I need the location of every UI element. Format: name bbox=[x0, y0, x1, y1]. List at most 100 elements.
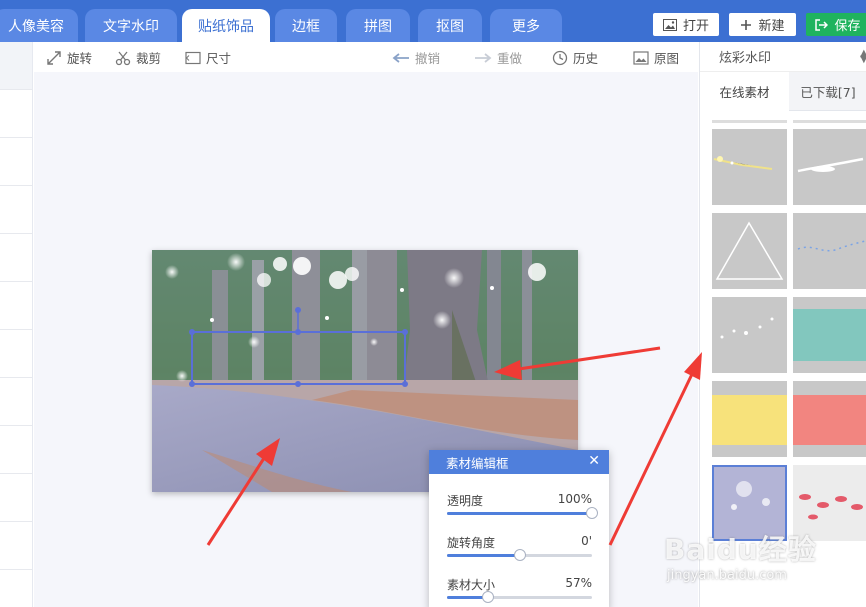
open-button[interactable]: 打开 bbox=[653, 13, 719, 36]
redo-arrow-icon bbox=[475, 52, 492, 63]
dotted-wave-preview bbox=[797, 240, 866, 252]
redo-button[interactable]: 重做 bbox=[474, 48, 522, 67]
thumbnail-yellow-band[interactable] bbox=[712, 381, 787, 457]
tab-portrait-beauty[interactable]: 人像美容 bbox=[0, 9, 78, 42]
material-panel: 炫彩水印 ▲ ▼ 在线素材 已下载[7] bbox=[699, 42, 866, 607]
tab-label: 在线素材 bbox=[719, 85, 770, 100]
tab-label: 文字水印 bbox=[103, 18, 159, 35]
rotate-icon bbox=[47, 50, 61, 65]
dialog-title: 素材编辑框 bbox=[446, 455, 509, 471]
thumbnail-snow-flakes[interactable] bbox=[712, 465, 787, 541]
list-item[interactable] bbox=[0, 426, 32, 474]
thumbnail-red-band[interactable] bbox=[793, 381, 866, 457]
size-slider: 素材大小 57% bbox=[447, 576, 592, 603]
tab-text-watermark[interactable]: 文字水印 bbox=[85, 9, 177, 42]
tab-label: 人像美容 bbox=[8, 18, 64, 35]
thumbnail-edge bbox=[712, 120, 787, 123]
list-item[interactable] bbox=[0, 42, 32, 90]
dialog-header: 素材编辑框 ✕ bbox=[429, 450, 609, 474]
tab-label: 贴纸饰品 bbox=[198, 18, 254, 35]
slider-fill bbox=[447, 512, 592, 515]
tab-more[interactable]: 更多 bbox=[490, 9, 562, 42]
slider-label: 素材大小 bbox=[447, 578, 496, 592]
slider-fill bbox=[447, 554, 520, 557]
category-label: 炫彩水印 bbox=[719, 51, 772, 66]
thumbnail-star-sparkles[interactable] bbox=[712, 297, 787, 373]
size-button[interactable]: 尺寸 bbox=[185, 48, 231, 67]
history-label: 历史 bbox=[573, 51, 599, 66]
edit-toolbar: 旋转 裁剪 尺寸 撤销 重做 历史 原图 bbox=[34, 42, 698, 72]
export-icon bbox=[815, 18, 829, 31]
sparkle-streak-preview bbox=[713, 156, 773, 170]
list-item[interactable] bbox=[0, 282, 32, 330]
tab-stickers[interactable]: 贴纸饰品 bbox=[182, 9, 270, 42]
list-item[interactable] bbox=[0, 138, 32, 186]
snow-flakes-preview bbox=[731, 481, 770, 510]
undo-button[interactable]: 撤销 bbox=[392, 48, 440, 67]
light-streak-preview bbox=[797, 157, 864, 173]
slider-value: 57% bbox=[565, 576, 592, 590]
slider-label: 透明度 bbox=[447, 494, 484, 508]
image-icon bbox=[662, 18, 677, 31]
tab-label: 拼图 bbox=[364, 18, 392, 35]
picture-icon bbox=[633, 50, 649, 65]
tab-online-materials[interactable]: 在线素材 bbox=[700, 72, 789, 111]
thumbnail-triangle-outline[interactable] bbox=[712, 213, 787, 289]
slider-value: 0' bbox=[581, 534, 592, 548]
tab-cutout[interactable]: 抠图 bbox=[418, 9, 482, 42]
undo-arrow-icon bbox=[392, 52, 409, 63]
crop-button[interactable]: 裁剪 bbox=[115, 48, 161, 67]
list-item[interactable] bbox=[0, 474, 32, 522]
save-button-label: 保存 bbox=[834, 19, 861, 34]
opacity-slider: 透明度 100% bbox=[447, 492, 598, 519]
list-item[interactable] bbox=[0, 522, 32, 570]
thumbnail-sparkle-streak[interactable] bbox=[712, 129, 787, 205]
tab-downloaded[interactable]: 已下载[7] bbox=[789, 72, 866, 111]
rotate-label: 旋转 bbox=[67, 51, 93, 66]
top-nav-bar: 人像美容 文字水印 贴纸饰品 边框 拼图 抠图 更多 打开 新建 保存 bbox=[0, 0, 866, 42]
new-button-label: 新建 bbox=[758, 19, 785, 34]
tab-border[interactable]: 边框 bbox=[275, 9, 337, 42]
save-button[interactable]: 保存 bbox=[806, 13, 866, 36]
triangle-outline-preview bbox=[715, 221, 784, 280]
tab-label: 已下载[7] bbox=[800, 85, 856, 100]
tab-collage[interactable]: 拼图 bbox=[346, 9, 410, 42]
thumbnail-teal-band[interactable] bbox=[793, 297, 866, 373]
slider-thumb[interactable] bbox=[513, 549, 526, 561]
slider-track[interactable] bbox=[447, 507, 598, 519]
slider-thumb[interactable] bbox=[586, 507, 598, 519]
star-sparkles-preview bbox=[720, 317, 774, 339]
thumbnail-lips-pattern[interactable] bbox=[793, 465, 866, 541]
left-panel bbox=[0, 42, 33, 607]
slider-track[interactable] bbox=[447, 549, 592, 561]
new-button[interactable]: 新建 bbox=[729, 13, 796, 36]
history-button[interactable]: 历史 bbox=[552, 48, 598, 67]
list-item[interactable] bbox=[0, 90, 32, 138]
rotation-slider: 旋转角度 0' bbox=[447, 534, 592, 561]
material-editor-dialog: 素材编辑框 ✕ 透明度 100% 旋转角度 0' 素材大小 57% bbox=[429, 450, 609, 607]
close-icon[interactable]: ✕ bbox=[588, 453, 600, 469]
rotate-button[interactable]: 旋转 bbox=[46, 48, 92, 67]
list-item[interactable] bbox=[0, 330, 32, 378]
original-label: 原图 bbox=[654, 51, 680, 66]
list-item[interactable] bbox=[0, 234, 32, 282]
undo-label: 撤销 bbox=[415, 51, 441, 66]
thumbnail-light-streak[interactable] bbox=[793, 129, 866, 205]
slider-track[interactable] bbox=[447, 591, 592, 603]
crop-label: 裁剪 bbox=[136, 51, 162, 66]
scissors-icon bbox=[115, 51, 131, 65]
slider-thumb[interactable] bbox=[481, 591, 494, 603]
category-dropdown[interactable]: 炫彩水印 ▲ ▼ bbox=[700, 42, 866, 72]
list-item[interactable] bbox=[0, 186, 32, 234]
tab-label: 抠图 bbox=[436, 18, 464, 35]
slider-label: 旋转角度 bbox=[447, 536, 496, 550]
lips-pattern-preview bbox=[799, 494, 863, 520]
clock-icon bbox=[552, 50, 568, 65]
list-item[interactable] bbox=[0, 378, 32, 426]
redo-label: 重做 bbox=[497, 51, 523, 66]
thumbnail-dotted-wave[interactable] bbox=[793, 213, 866, 289]
slider-value: 100% bbox=[557, 492, 592, 506]
original-button[interactable]: 原图 bbox=[633, 48, 679, 67]
resize-icon bbox=[185, 51, 201, 64]
open-button-label: 打开 bbox=[682, 19, 709, 34]
